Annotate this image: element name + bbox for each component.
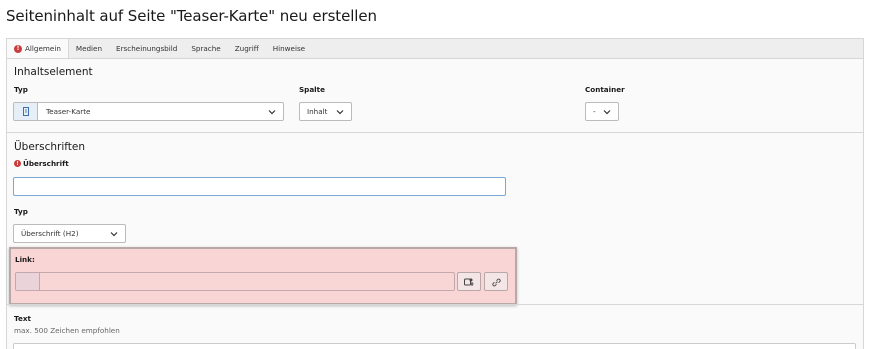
heading-type-value: Überschrift (H2) <box>21 229 79 238</box>
heading-type-select[interactable]: Überschrift (H2) <box>13 224 126 243</box>
column-label: Spalte <box>299 85 325 94</box>
link-label: Link: <box>15 255 35 264</box>
link-button[interactable] <box>484 272 508 291</box>
heading-type-label: Typ <box>14 207 28 216</box>
chevron-down-icon <box>336 108 344 116</box>
container-select-value: - <box>593 107 596 116</box>
tab-label: Allgemein <box>25 44 61 53</box>
tab-sprache[interactable]: Sprache <box>184 39 227 58</box>
error-icon: ! <box>14 44 22 53</box>
tab-hinweise[interactable]: Hinweise <box>266 39 312 58</box>
type-label: Typ <box>14 85 28 94</box>
tab-label: Zugriff <box>234 44 259 53</box>
content-element-icon <box>14 103 38 120</box>
page-title: Seiteninhalt auf Seite "Teaser-Karte" ne… <box>6 7 377 25</box>
link-browser-icon <box>464 272 474 291</box>
heading-label-text: Überschrift <box>23 159 69 168</box>
chevron-down-icon <box>110 230 118 238</box>
error-icon: ! <box>14 160 21 167</box>
link-input[interactable] <box>15 272 455 291</box>
section-title-headings: Überschriften <box>14 141 86 153</box>
type-select[interactable]: Teaser-Karte <box>13 102 284 121</box>
link-browser-button[interactable] <box>457 272 481 291</box>
text-label: Text <box>14 314 31 323</box>
type-select-value: Teaser-Karte <box>46 107 91 116</box>
tab-label: Sprache <box>191 44 221 53</box>
link-field-group: Link: <box>9 247 517 305</box>
tab-bar: ! Allgemein Medien Erscheinungsbild Spra… <box>6 38 864 58</box>
link-type-addon <box>16 273 40 290</box>
tab-zugriff[interactable]: Zugriff <box>228 39 266 58</box>
tab-medien[interactable]: Medien <box>69 39 109 58</box>
chevron-down-icon <box>603 108 611 116</box>
tab-allgemein[interactable]: ! Allgemein <box>6 38 69 58</box>
heading-input[interactable] <box>13 177 506 196</box>
column-select[interactable]: Inhalt <box>299 102 352 121</box>
heading-label: ! Überschrift <box>14 159 69 168</box>
chain-link-icon <box>491 272 501 291</box>
rich-text-editor[interactable] <box>13 343 856 349</box>
tab-erscheinungsbild[interactable]: Erscheinungsbild <box>109 39 184 58</box>
text-hint: max. 500 Zeichen empfohlen <box>14 326 120 335</box>
tab-label: Hinweise <box>272 44 306 53</box>
form-panel: Inhaltselement Typ Teaser-Karte Spalte I… <box>6 58 864 349</box>
column-select-value: Inhalt <box>307 107 328 116</box>
container-label: Container <box>585 85 625 94</box>
container-select[interactable]: - <box>585 102 619 121</box>
section-title-content-element: Inhaltselement <box>14 66 93 78</box>
chevron-down-icon <box>268 108 276 116</box>
tab-label: Medien <box>75 44 103 53</box>
section-divider <box>7 132 863 133</box>
section-divider <box>7 304 863 305</box>
tab-label: Erscheinungsbild <box>116 44 178 53</box>
